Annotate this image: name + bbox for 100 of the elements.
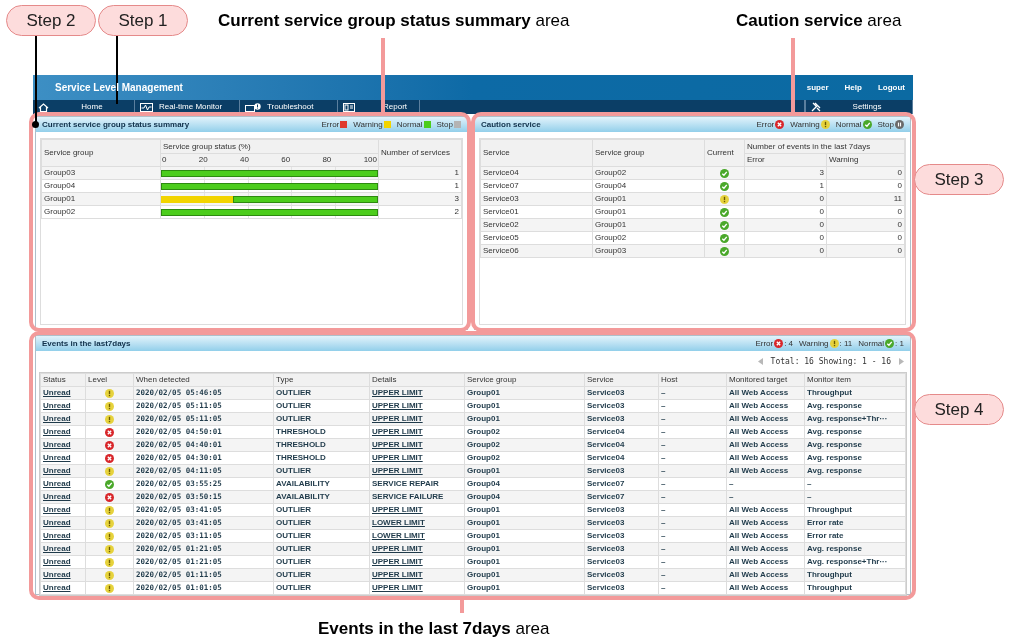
table-cell: –	[658, 464, 727, 478]
table-cell: 1	[378, 166, 462, 180]
table-cell: Service03	[584, 386, 659, 400]
panel-title: Caution service	[481, 118, 541, 131]
table-cell: All Web Access	[726, 451, 805, 465]
table-cell: All Web Access	[726, 412, 805, 426]
table-cell: OUTLIER	[273, 399, 370, 413]
panel-title: Events in the last7days	[42, 337, 131, 350]
header-link[interactable]: super	[806, 81, 829, 94]
table-cell: Service07	[584, 490, 659, 504]
table-cell: Service03	[584, 399, 659, 413]
table-cell: Group01	[464, 581, 585, 595]
table-cell: Service03	[584, 464, 659, 478]
table-cell: Group01	[464, 386, 585, 400]
table-cell: –	[726, 477, 805, 491]
axis-tick: 80	[322, 154, 332, 166]
table-cell: Group02	[464, 451, 585, 465]
column-header: When detected	[133, 373, 274, 387]
legend-label: Stop	[436, 118, 453, 131]
table-cell: All Web Access	[726, 581, 805, 595]
table-cell: Group01	[464, 542, 585, 556]
column-header: Details	[369, 373, 465, 387]
table-cell: Service03	[584, 568, 659, 582]
table-cell: 1	[744, 179, 827, 193]
column-header: Error	[744, 153, 827, 167]
table-cell: Throughput	[804, 568, 906, 582]
table-cell: –	[658, 386, 727, 400]
table-cell: All Web Access	[726, 399, 805, 413]
column-header: Service group status (%)	[160, 139, 379, 154]
table-cell: Group03	[41, 166, 161, 180]
table-cell: All Web Access	[726, 386, 805, 400]
table-cell: Group01	[592, 218, 705, 232]
table-cell: OUTLIER	[273, 412, 370, 426]
table-cell: Service05	[480, 231, 593, 245]
column-header: Host	[658, 373, 727, 387]
table-cell: Group02	[464, 425, 585, 439]
legend-label: Warning	[353, 118, 383, 131]
nav-tab[interactable]: Troubleshoot	[240, 100, 338, 114]
table-cell: 0	[826, 179, 905, 193]
table-cell: Group01	[592, 205, 705, 219]
table-cell: 0	[744, 244, 827, 258]
nav-tab[interactable]: Settings	[805, 100, 913, 114]
column-header: Service group	[592, 139, 705, 167]
table-cell: All Web Access	[726, 438, 805, 452]
area-label: Caution service area	[736, 10, 902, 32]
legend-label: Normal	[396, 118, 423, 131]
table-cell: –	[658, 490, 727, 504]
error-icon	[775, 120, 785, 129]
step-callout: Step 3	[914, 164, 1004, 195]
table-cell: 2	[378, 205, 462, 219]
header-link[interactable]: Logout	[877, 81, 905, 94]
table-cell: OUTLIER	[273, 464, 370, 478]
table-cell: Group04	[464, 477, 585, 491]
table-cell: –	[658, 516, 727, 530]
table-cell: 3	[378, 192, 462, 206]
report-icon	[343, 102, 355, 112]
header-link[interactable]: Help	[844, 81, 862, 94]
table-cell: Group01	[464, 412, 585, 426]
column-header: Service group	[464, 373, 585, 387]
table-cell: 0	[744, 231, 827, 245]
table-cell: –	[658, 399, 727, 413]
table-cell: Avg. response	[804, 464, 906, 478]
legend-label: Warning	[799, 337, 829, 350]
table-cell: Group04	[464, 490, 585, 504]
table-cell: Service03	[584, 516, 659, 530]
table-cell: All Web Access	[726, 464, 805, 478]
table-cell: Service03	[584, 581, 659, 595]
table-cell: Service03	[584, 555, 659, 569]
table-cell: Avg. response	[804, 451, 906, 465]
table-cell: Group04	[592, 179, 705, 193]
table-cell: Service07	[584, 477, 659, 491]
warning-icon	[829, 339, 839, 348]
table-cell: Group02	[592, 166, 705, 180]
legend-label: Warning	[790, 118, 820, 131]
table-cell: OUTLIER	[273, 516, 370, 530]
event-count: : 11	[839, 337, 853, 350]
table-cell: Error rate	[804, 516, 906, 530]
table-cell: Throughput	[804, 386, 906, 400]
table-cell: OUTLIER	[273, 568, 370, 582]
table-cell: Group01	[464, 503, 585, 517]
leader-line	[116, 36, 118, 104]
column-header: Monitor item	[804, 373, 906, 387]
table-cell: Throughput	[804, 503, 906, 517]
table-cell: SERVICE FAILURE	[372, 492, 444, 501]
table-cell: –	[658, 477, 727, 491]
table-cell: 0	[826, 244, 905, 258]
nav-tab[interactable]: Real-time Monitor	[135, 100, 240, 114]
pause-icon	[895, 120, 904, 129]
table-cell: All Web Access	[726, 503, 805, 517]
table-cell: All Web Access	[726, 529, 805, 543]
table-cell: Group03	[592, 244, 705, 258]
column-header: Type	[273, 373, 370, 387]
column-header: Service	[480, 139, 593, 167]
table-cell: Avg. response	[804, 425, 906, 439]
table-cell: Avg. response	[804, 399, 906, 413]
table-cell: Avg. response+Thr···	[804, 555, 906, 569]
table-cell: –	[726, 490, 805, 504]
table-cell: SERVICE REPAIR	[372, 479, 439, 488]
table-cell: –	[658, 568, 727, 582]
tools-icon	[811, 102, 821, 112]
